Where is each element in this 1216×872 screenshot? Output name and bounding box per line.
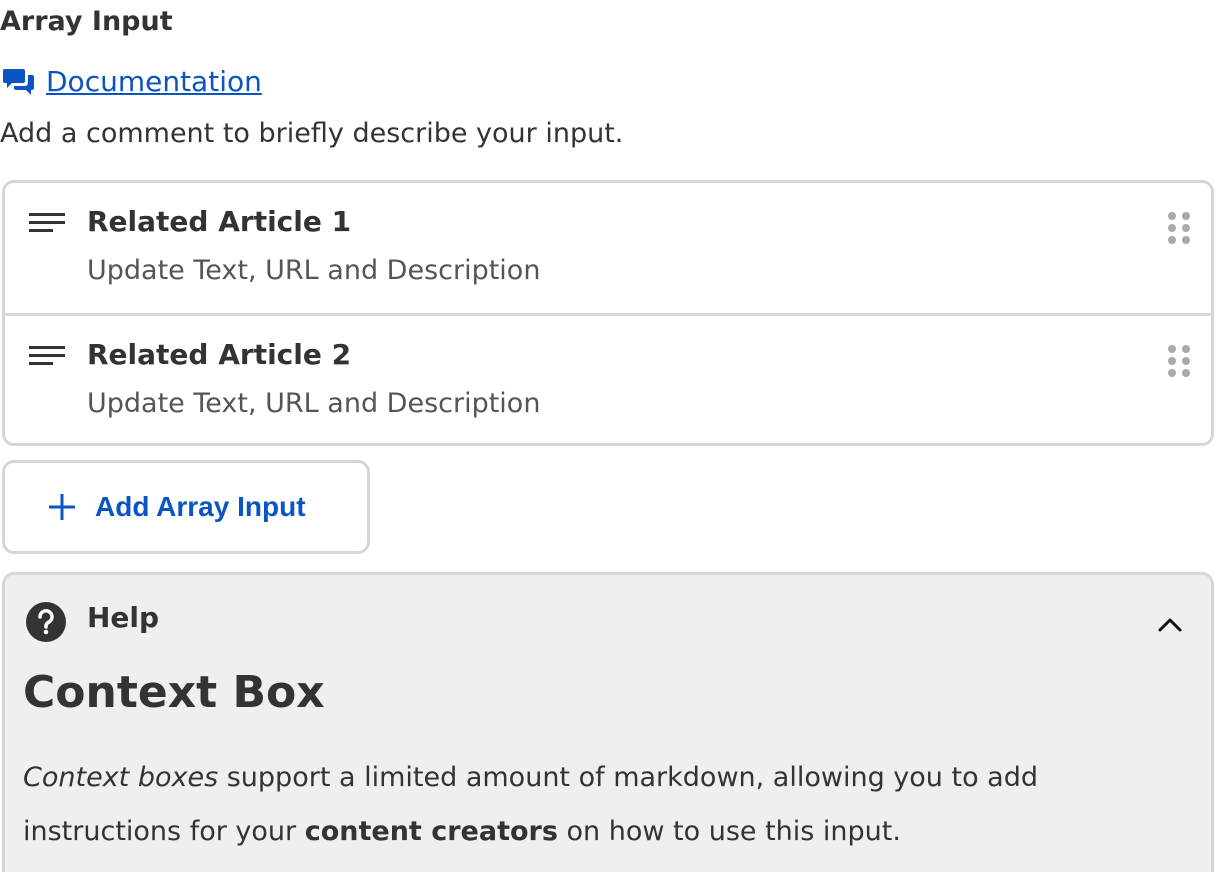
help-heading: Context Box xyxy=(23,667,325,718)
drag-handle-icon[interactable] xyxy=(1167,211,1191,247)
documentation-link[interactable]: Documentation xyxy=(2,64,262,98)
help-panel: Help Context Box Context boxes support a… xyxy=(2,572,1214,872)
documentation-label: Documentation xyxy=(46,64,262,98)
field-title: Array Input xyxy=(0,6,173,37)
array-item-title: Related Article 2 xyxy=(87,338,352,371)
text-lines-icon xyxy=(27,343,67,373)
help-body-text-end: on how to use this input. xyxy=(557,816,901,847)
field-description: Add a comment to briefly describe your i… xyxy=(0,118,624,149)
help-body-bold: content creators xyxy=(304,816,558,847)
array-item[interactable]: Related Article 2 Update Text, URL and D… xyxy=(5,316,1211,443)
plus-icon xyxy=(45,490,79,524)
add-array-input-button[interactable]: Add Array Input xyxy=(2,460,370,554)
array-item[interactable]: Related Article 1 Update Text, URL and D… xyxy=(5,183,1211,316)
chevron-up-icon[interactable] xyxy=(1155,613,1185,637)
text-lines-icon xyxy=(27,210,67,240)
help-body: Context boxes support a limited amount o… xyxy=(23,751,1183,859)
add-array-input-label: Add Array Input xyxy=(95,491,306,522)
array-item-title: Related Article 1 xyxy=(87,205,352,238)
question-circle-icon xyxy=(25,601,67,643)
help-label: Help xyxy=(87,601,160,634)
array-item-list: Related Article 1 Update Text, URL and D… xyxy=(2,180,1214,446)
help-body-italic: Context boxes xyxy=(23,762,219,793)
chat-bubbles-icon xyxy=(2,64,36,98)
drag-handle-icon[interactable] xyxy=(1167,344,1191,380)
array-item-description: Update Text, URL and Description xyxy=(87,255,541,286)
help-toggle[interactable]: Help xyxy=(5,575,1211,667)
array-item-description: Update Text, URL and Description xyxy=(87,388,541,419)
